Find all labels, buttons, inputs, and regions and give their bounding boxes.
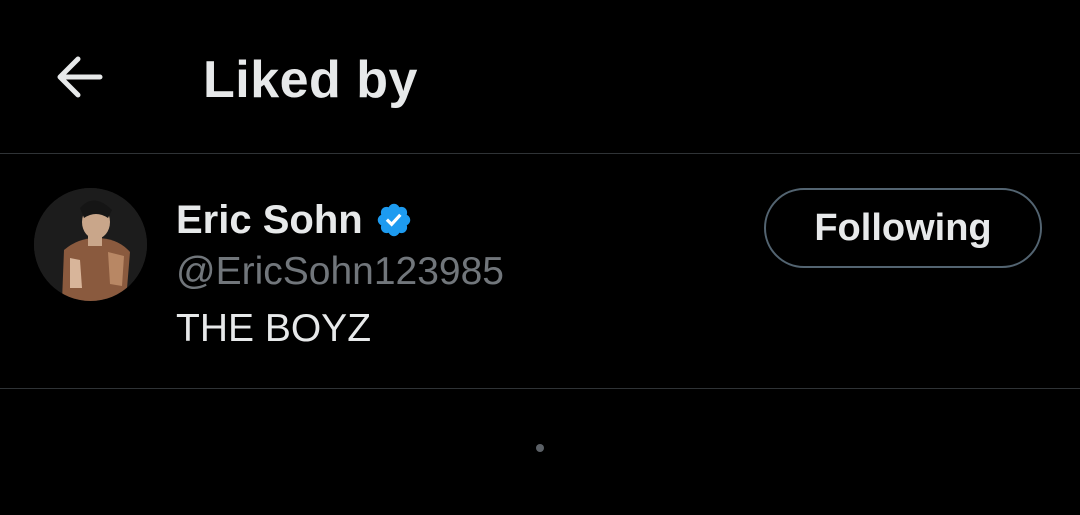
- user-display-name[interactable]: Eric Sohn: [176, 198, 363, 243]
- avatar[interactable]: [34, 188, 147, 301]
- arrow-left-icon: [57, 56, 103, 98]
- verified-badge-icon[interactable]: [375, 201, 413, 239]
- list-item[interactable]: Eric Sohn @EricSohn123985 THE BOYZ Follo…: [0, 154, 1080, 388]
- top-app-bar: Liked by: [0, 0, 1080, 153]
- list-divider: [0, 388, 1080, 389]
- user-bio: THE BOYZ: [176, 307, 372, 350]
- user-handle: @EricSohn123985: [176, 250, 504, 293]
- loading-dot-icon: [536, 444, 544, 452]
- back-button[interactable]: [48, 46, 110, 108]
- profile-photo: [34, 188, 147, 301]
- following-button[interactable]: Following: [764, 188, 1042, 268]
- page-title: Liked by: [203, 51, 418, 109]
- user-name-line: Eric Sohn: [176, 196, 413, 244]
